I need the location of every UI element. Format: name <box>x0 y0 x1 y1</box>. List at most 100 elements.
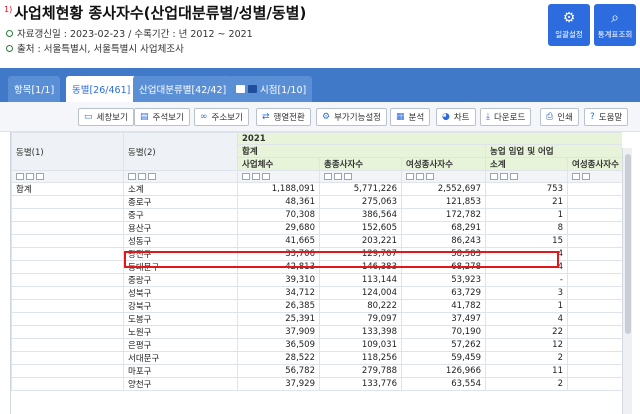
extra-settings-button[interactable]: ⚙ 부가기능설정 <box>316 108 387 126</box>
sort-asc-icon[interactable] <box>16 172 24 180</box>
analysis-button[interactable]: ▦ 분석 <box>390 108 431 126</box>
row-group-cell <box>11 364 124 378</box>
row-group-cell <box>11 312 124 326</box>
district-name-cell: 양천구 <box>123 377 238 391</box>
value-cell <box>566 260 622 274</box>
col-header-agri-female[interactable]: 여성종사자수 <box>566 157 622 171</box>
value-cell: 133,776 <box>319 377 402 391</box>
sort-reset-icon[interactable] <box>344 172 352 180</box>
value-cell: 63,729 <box>401 286 486 300</box>
value-cell: 2,552,697 <box>401 182 486 196</box>
tab-industry[interactable]: 산업대분류별[42/42] <box>133 76 233 102</box>
col-header-female-workers-label: 여성종사자수 <box>406 160 453 170</box>
value-cell: 26,385 <box>237 299 320 313</box>
sort-desc-icon[interactable] <box>138 172 146 180</box>
table-row: 성북구 34,712 124,004 63,729 3 <box>11 286 622 300</box>
tab-item-label: 항목[1/1] <box>14 85 55 96</box>
row-group-cell <box>11 221 124 235</box>
col-header-district-1[interactable]: 동별(1) <box>11 132 124 171</box>
sort-reset-icon[interactable] <box>148 172 156 180</box>
sort-desc-icon[interactable] <box>26 172 34 180</box>
gear-icon: ⚙ <box>322 112 331 122</box>
value-cell: 28,522 <box>237 351 320 365</box>
sort-asc-icon[interactable] <box>406 172 414 180</box>
pivot-label: 행열전환 <box>273 113 305 123</box>
col-header-establishments[interactable]: 사업체수 <box>237 157 320 171</box>
sort-asc-icon[interactable] <box>128 172 136 180</box>
value-cell: 21 <box>485 195 568 209</box>
value-cell: 79,097 <box>319 312 402 326</box>
value-cell: 121,853 <box>401 195 486 209</box>
value-cell: 25,391 <box>237 312 320 326</box>
sort-desc-icon[interactable] <box>252 172 260 180</box>
row-group-cell <box>11 273 124 287</box>
vertical-scrollbar[interactable] <box>622 148 632 414</box>
col-header-subtotal[interactable]: 소계 <box>485 157 568 171</box>
row-group-cell <box>11 260 124 274</box>
year-header: 2021 <box>236 132 622 145</box>
new-window-button[interactable]: ▭ 세창보기 <box>78 108 134 126</box>
col-header-total-workers[interactable]: 총종사자수 <box>319 157 402 171</box>
sort-reset-icon[interactable] <box>510 172 518 180</box>
col-header-district-2-label: 동별(2) <box>128 147 156 158</box>
table-search-label: 통계표조회 <box>597 29 633 39</box>
bulk-settings-button[interactable]: ⚙ 일괄설정 <box>548 4 590 46</box>
value-cell: 5,771,226 <box>319 182 402 196</box>
sort-asc-icon[interactable] <box>242 172 250 180</box>
row-group-cell <box>11 299 124 313</box>
sort-desc-icon[interactable] <box>500 172 508 180</box>
table-row: 용산구 29,680 152,605 68,291 8 <box>11 221 622 235</box>
address-button[interactable]: ∞ 주소보기 <box>194 108 249 126</box>
value-cell: 12 <box>485 338 568 352</box>
meta-source-text: 출처 : 서울특별시, 서울특별시 사업체조사 <box>17 44 184 55</box>
col-header-district-2[interactable]: 동별(2) <box>123 132 238 171</box>
value-cell: 70,308 <box>237 208 320 222</box>
search-icon: ⌕ <box>611 9 619 26</box>
sort-reset-icon[interactable] <box>426 172 434 180</box>
chart-button[interactable]: ◕ 차트 <box>436 108 476 126</box>
sort-reset-icon[interactable] <box>262 172 270 180</box>
sort-controls <box>401 170 486 183</box>
chart-icon: ◕ <box>442 112 450 122</box>
tab-district-label: 동별[26/461] <box>72 85 131 96</box>
sort-desc-icon[interactable] <box>334 172 342 180</box>
value-cell: 86,243 <box>401 234 486 248</box>
value-cell: 2 <box>485 377 568 391</box>
comment-button[interactable]: ▤ 주석보기 <box>134 108 190 126</box>
sort-desc-icon[interactable] <box>416 172 424 180</box>
sort-asc-icon[interactable] <box>490 172 498 180</box>
value-cell: 133,398 <box>319 325 402 339</box>
district-name-cell: 종로구 <box>123 195 238 209</box>
value-cell <box>566 312 622 326</box>
print-button[interactable]: ⎙ 인쇄 <box>540 108 579 126</box>
row-highlight-box <box>124 251 559 268</box>
help-button[interactable]: ? 도움말 <box>584 108 629 126</box>
col-header-establishments-label: 사업체수 <box>242 160 274 170</box>
col-header-female-workers[interactable]: 여성종사자수 <box>401 157 486 171</box>
tab-industry-label: 산업대분류별[42/42] <box>139 85 227 96</box>
district-name-cell: 서대문구 <box>123 351 238 365</box>
sort-desc-icon[interactable] <box>582 172 590 180</box>
download-button[interactable]: ⤓ 다운로드 <box>480 108 532 126</box>
sort-asc-icon[interactable] <box>324 172 332 180</box>
sort-controls <box>485 170 568 183</box>
value-cell <box>566 325 622 339</box>
extra-settings-label: 부가기능설정 <box>334 113 381 123</box>
table-row: 성동구 41,665 203,221 86,243 15 <box>11 234 622 248</box>
sort-asc-icon[interactable] <box>572 172 580 180</box>
tab-district[interactable]: 동별[26/461] <box>66 76 137 102</box>
district-name-cell: 성북구 <box>123 286 238 300</box>
download-icon: ⤓ <box>486 112 490 122</box>
value-cell: 386,564 <box>319 208 402 222</box>
checkbox-icon <box>236 85 245 93</box>
scrollbar-thumb[interactable] <box>625 154 631 334</box>
pivot-button[interactable]: ⇄ 행열전환 <box>256 108 311 126</box>
tab-period[interactable]: 시점[1/10] <box>230 76 313 102</box>
value-cell: 126,966 <box>401 364 486 378</box>
value-cell: 124,004 <box>319 286 402 300</box>
group-header-agriculture-label: 농업 임업 및 어업 <box>490 147 554 157</box>
table-search-button[interactable]: ⌕ 통계표조회 <box>594 4 636 46</box>
tab-item[interactable]: 항목[1/1] <box>8 76 61 102</box>
value-cell: 39,310 <box>237 273 320 287</box>
sort-reset-icon[interactable] <box>36 172 44 180</box>
